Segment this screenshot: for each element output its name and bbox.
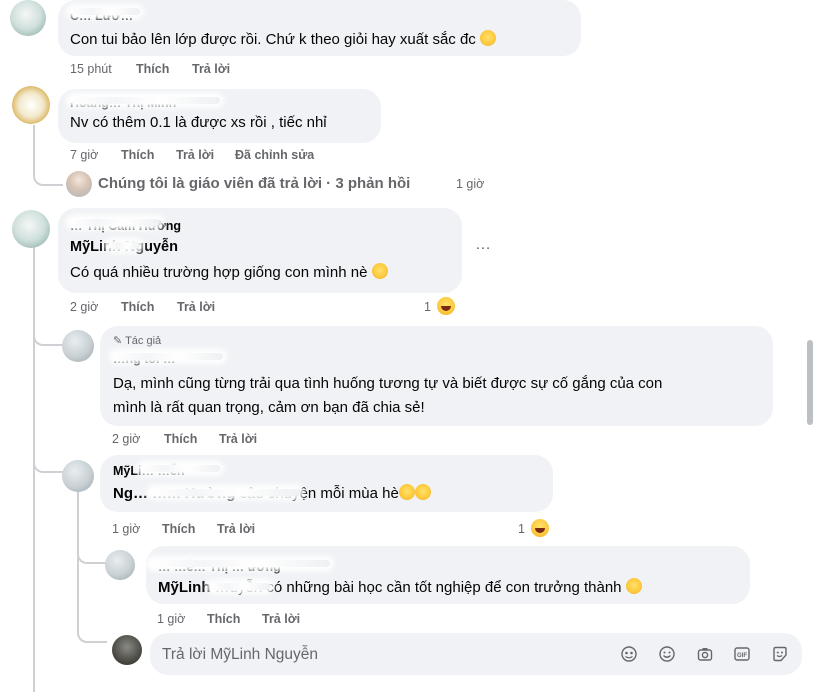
scrollbar[interactable] <box>807 340 813 425</box>
haha-reaction-icon[interactable] <box>531 519 549 537</box>
comment-time[interactable]: 2 giờ <box>112 432 140 446</box>
gif-icon[interactable]: GIF <box>734 646 750 662</box>
reaction-count[interactable]: 1 <box>424 300 431 314</box>
more-options-button[interactable]: … <box>475 236 492 254</box>
mention-link[interactable]: MỹLinh <box>158 579 211 596</box>
author-badge: ✎ Tác giả <box>113 335 162 347</box>
comment-time[interactable]: 2 giờ <box>70 300 98 314</box>
like-button[interactable]: Thích <box>136 62 169 76</box>
teacher-avatar <box>66 171 92 197</box>
sticker-smile-icon[interactable] <box>772 646 788 662</box>
redaction <box>70 8 140 15</box>
avatar[interactable] <box>10 0 46 36</box>
like-button[interactable]: Thích <box>164 432 197 446</box>
thread-corner-r1 <box>33 330 65 346</box>
redaction <box>210 583 270 590</box>
reply-button[interactable]: Trả lời <box>217 522 255 536</box>
comment-text-line1: Dạ, mình cũng từng trải qua tình huống t… <box>113 375 663 392</box>
edited-label: Đã chỉnh sửa <box>235 148 315 162</box>
current-user-avatar[interactable] <box>112 635 142 665</box>
like-button[interactable]: Thích <box>121 300 154 314</box>
redaction <box>140 465 220 472</box>
reply-button[interactable]: Trả lời <box>192 62 230 76</box>
camera-icon[interactable] <box>697 646 713 662</box>
reply-button[interactable]: Trả lời <box>177 300 215 314</box>
redaction <box>70 97 220 104</box>
haha-reaction-icon[interactable] <box>437 297 455 315</box>
thread-corner-r2 <box>33 457 65 473</box>
avatar[interactable] <box>62 330 94 362</box>
reply-input[interactable]: Trả lời MỹLinh Nguyễn <box>162 646 318 664</box>
comment-time[interactable]: 15 phút <box>70 62 112 76</box>
avatar[interactable] <box>12 86 50 124</box>
avatar[interactable] <box>62 460 94 492</box>
avatar[interactable] <box>12 210 50 248</box>
thread-corner-r3 <box>77 548 107 564</box>
laughing-emoji-icon <box>414 484 431 500</box>
thread-time: 1 giờ <box>456 177 485 191</box>
redaction <box>108 242 140 249</box>
like-button[interactable]: Thích <box>207 612 240 626</box>
sticker-icon[interactable] <box>621 646 637 662</box>
redaction <box>70 219 160 226</box>
redaction <box>150 560 330 567</box>
laughing-emoji-icon <box>479 30 496 46</box>
pencil-icon: ✎ <box>113 335 123 347</box>
thread-corner-reply <box>77 625 107 643</box>
laughing-emoji-icon <box>398 484 415 500</box>
comment-time[interactable]: 7 giờ <box>70 148 98 162</box>
reply-button[interactable]: Trả lời <box>262 612 300 626</box>
avatar[interactable] <box>105 550 135 580</box>
thread-corner-c2 <box>33 168 63 186</box>
svg-text:GIF: GIF <box>737 653 747 659</box>
redaction <box>150 489 300 496</box>
smiling-emoji-icon <box>625 578 642 594</box>
redaction <box>113 353 223 360</box>
squinting-tongue-emoji-icon <box>371 263 388 279</box>
comment-text: Nv có thêm 0.1 là được xs rồi , tiếc nhỉ <box>70 114 327 131</box>
reaction-count[interactable]: 1 <box>518 522 525 536</box>
comment-time[interactable]: 1 giờ <box>157 612 185 626</box>
like-button[interactable]: Thích <box>121 148 154 162</box>
like-button[interactable]: Thích <box>162 522 195 536</box>
reply-button[interactable]: Trả lời <box>219 432 257 446</box>
comment-time[interactable]: 1 giờ <box>112 522 140 536</box>
reply-button[interactable]: Trả lời <box>176 148 214 162</box>
comment-text: Có quá nhiều trường hợp giống con mình n… <box>70 263 388 281</box>
comment-text-line2: mình là rất quan trọng, cảm ơn bạn đã ch… <box>113 399 425 416</box>
view-replies-link[interactable]: Chúng tôi là giáo viên đã trả lời · 3 ph… <box>98 175 410 192</box>
emoji-icon[interactable] <box>659 646 675 662</box>
comment-text: Con tui bảo lên lớp được rồi. Chứ k theo… <box>70 30 496 48</box>
